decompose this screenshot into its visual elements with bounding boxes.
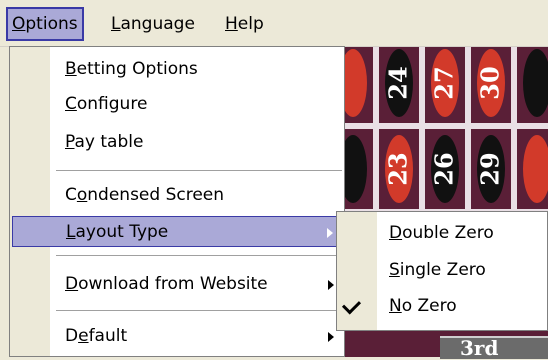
menu-bar: Options Language Help xyxy=(0,0,548,47)
submenu-arrow-icon xyxy=(327,228,333,238)
board-cell[interactable] xyxy=(514,46,548,126)
menu-item-pay-table[interactable]: Pay table xyxy=(12,127,342,158)
menu-item-configure[interactable]: Configure xyxy=(12,89,342,120)
menu-item-layout-type[interactable]: Layout Type xyxy=(12,216,342,247)
menu-item-download-from-website[interactable]: Download from Website xyxy=(12,269,342,300)
menu-item-label: Double Zero xyxy=(389,223,494,243)
options-dropdown: Betting Options Configure Pay table Cond… xyxy=(9,46,345,357)
board-cell-29[interactable]: 29 xyxy=(468,126,514,212)
submenu-arrow-icon xyxy=(328,332,334,342)
dozen-bet-3rd[interactable]: 3rd xyxy=(440,336,548,360)
menu-item-label: Pay table xyxy=(65,132,144,152)
menu-label: ptions xyxy=(25,14,78,34)
red-oval xyxy=(523,135,548,203)
menu-item-default[interactable]: Default xyxy=(12,321,342,352)
menu-language[interactable]: Language xyxy=(107,7,199,41)
menu-item-label: Betting Options xyxy=(65,59,198,79)
access-key: O xyxy=(12,14,26,34)
submenu-item-double-zero[interactable]: Double Zero xyxy=(337,216,548,250)
menu-item-condensed-screen[interactable]: Condensed Screen xyxy=(12,180,342,211)
menu-item-label: Configure xyxy=(65,94,148,114)
menu-label: anguage xyxy=(120,14,195,34)
menu-separator xyxy=(56,170,342,171)
board-cell[interactable] xyxy=(514,126,548,212)
layout-type-submenu: Double Zero Single Zero No Zero xyxy=(336,211,548,331)
menu-label: elp xyxy=(237,14,264,34)
menu-options[interactable]: Options xyxy=(6,7,84,41)
menu-item-label: Layout Type xyxy=(66,222,169,242)
menu-separator xyxy=(56,310,342,311)
board-cell-30[interactable]: 30 xyxy=(468,46,514,126)
menu-separator xyxy=(56,255,342,256)
menu-item-betting-options[interactable]: Betting Options xyxy=(12,54,342,85)
menu-item-label: Download from Website xyxy=(65,274,268,294)
menu-help[interactable]: Help xyxy=(221,7,268,41)
submenu-item-no-zero[interactable]: No Zero xyxy=(337,289,548,323)
menu-item-label: No Zero xyxy=(389,296,457,316)
dozen-label: 3rd xyxy=(460,336,499,360)
submenu-item-single-zero[interactable]: Single Zero xyxy=(337,253,548,287)
black-oval xyxy=(523,49,548,117)
checkmark-icon xyxy=(341,295,362,315)
submenu-arrow-icon xyxy=(328,280,334,290)
menu-item-label: Default xyxy=(65,326,128,346)
menu-item-label: Condensed Screen xyxy=(65,185,225,205)
access-key: H xyxy=(225,14,238,34)
menu-item-label: Single Zero xyxy=(389,260,486,280)
